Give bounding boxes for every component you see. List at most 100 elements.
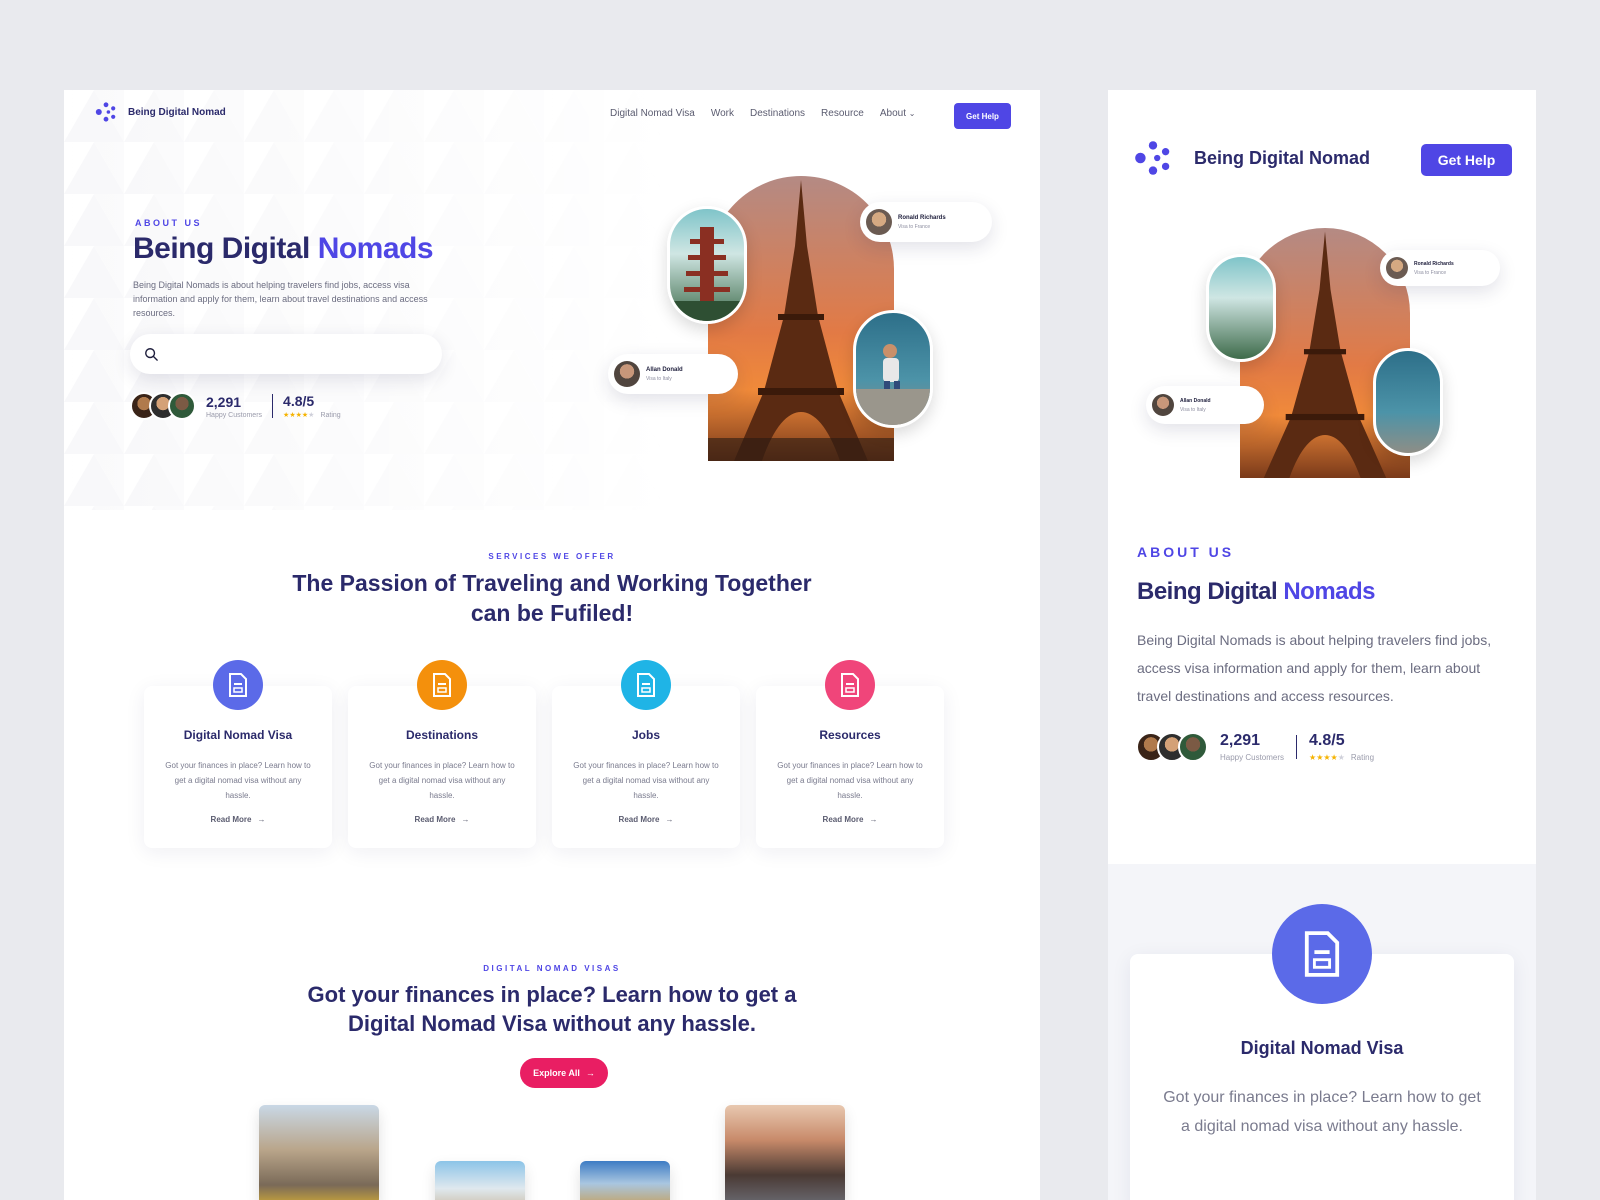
- top-nav: Digital Nomad Visa Work Destinations Res…: [594, 108, 915, 119]
- brand-name: Being Digital Nomad: [128, 106, 226, 118]
- service-card-destinations[interactable]: Destinations Got your finances in place?…: [348, 660, 536, 848]
- customers-stat: 2,291 Happy Customers: [206, 394, 262, 419]
- testimonial-name: Ronald Richards: [1414, 260, 1454, 267]
- document-icon: [621, 660, 671, 710]
- arrow-right-icon: →: [869, 815, 878, 824]
- services-cards: Digital Nomad Visa Got your finances in …: [144, 660, 960, 856]
- read-more-link[interactable]: Read More →: [619, 815, 674, 824]
- avatar: [168, 392, 196, 420]
- destination-photo-paris[interactable]: [435, 1161, 525, 1200]
- customers-label: Happy Customers: [206, 411, 263, 419]
- rating-label: Rating: [1350, 753, 1375, 762]
- testimonial-name: Ronald Richards: [898, 214, 946, 221]
- nav-item-about[interactable]: About ⌄: [880, 108, 916, 119]
- mobile-brand[interactable]: Being Digital Nomad: [1132, 137, 1370, 179]
- hero-title-accent: Nomads: [317, 232, 434, 265]
- explore-all-button[interactable]: Explore All →: [520, 1058, 608, 1088]
- customers-count: 2,291: [1220, 732, 1261, 749]
- avatar: [866, 209, 892, 235]
- read-more-link[interactable]: Read More →: [823, 815, 878, 824]
- document-icon: [825, 660, 875, 710]
- visas-eyebrow: DIGITAL NOMAD VISAS: [483, 964, 621, 973]
- read-more-link[interactable]: Read More →: [211, 815, 266, 824]
- hero-title: Being Digital Nomads: [133, 232, 434, 266]
- hero-eyebrow: ABOUT US: [135, 218, 202, 228]
- visas-title-line1: Got your finances in place? Learn how to…: [307, 982, 797, 1007]
- stat-divider: [272, 394, 274, 418]
- traveler-image: [853, 310, 933, 428]
- mobile-get-help-button[interactable]: Get Help: [1421, 144, 1512, 176]
- document-icon: [213, 660, 263, 710]
- brand[interactable]: Being Digital Nomad: [94, 100, 226, 124]
- service-card-resources[interactable]: Resources Got your finances in place? Le…: [756, 660, 944, 848]
- logo-icon: [1135, 141, 1170, 175]
- visas-title: Got your finances in place? Learn how to…: [64, 980, 1040, 1038]
- mobile-pagoda-image: [1206, 254, 1276, 362]
- mobile-description: Being Digital Nomads is about helping tr…: [1137, 632, 1492, 704]
- pagoda-shape: [670, 227, 744, 321]
- mobile-eyebrow: ABOUT US: [1137, 544, 1235, 560]
- document-icon: [1272, 904, 1372, 1004]
- testimonial-name: Allan Donald: [646, 366, 683, 373]
- destination-photo-porto[interactable]: [259, 1105, 379, 1200]
- services-title-line1: The Passion of Traveling and Working Tog…: [292, 570, 812, 596]
- testimonial-pill-ronald: Ronald Richards Visa to France: [860, 202, 992, 242]
- services-title: The Passion of Traveling and Working Tog…: [64, 568, 1040, 628]
- card-title: Resources: [819, 728, 881, 742]
- nav-item-visa[interactable]: Digital Nomad Visa: [610, 108, 695, 119]
- hero-description: Being Digital Nomads is about helping tr…: [133, 280, 428, 318]
- testimonial-visa: Visa to France: [1414, 269, 1447, 276]
- service-card-visa[interactable]: Digital Nomad Visa Got your finances in …: [144, 660, 332, 848]
- get-help-button[interactable]: Get Help: [954, 103, 1011, 129]
- arrow-right-icon: →: [461, 815, 470, 824]
- avatar: [1152, 394, 1174, 416]
- pagoda-image: [667, 206, 747, 324]
- read-more-label: Read More: [822, 815, 864, 824]
- testimonial-name: Allan Donald: [1180, 397, 1211, 404]
- chevron-down-icon: ⌄: [908, 109, 916, 118]
- card-title: Jobs: [631, 728, 660, 742]
- arrow-right-icon: →: [585, 1068, 595, 1078]
- mobile-card-title: Digital Nomad Visa: [1240, 1038, 1404, 1058]
- arrow-right-icon: →: [665, 815, 674, 824]
- explore-all-label: Explore All: [533, 1068, 580, 1078]
- rating-label: Rating: [320, 411, 341, 419]
- search-input[interactable]: [168, 348, 428, 360]
- mobile-testimonial-allan: Allan Donald Visa to Italy: [1146, 386, 1264, 424]
- logo-icon: [95, 102, 116, 122]
- rating-value: 4.8/5: [283, 393, 315, 409]
- mobile-card-text: Got your finances in place? Learn how to…: [1163, 1089, 1481, 1135]
- nav-item-resource[interactable]: Resource: [821, 108, 864, 119]
- nav-item-destinations[interactable]: Destinations: [750, 108, 805, 119]
- document-icon: [417, 660, 467, 710]
- destination-photo-amsterdam[interactable]: [725, 1105, 845, 1200]
- testimonial-visa: Visa to France: [898, 223, 931, 230]
- mobile-title-main: Being Digital: [1137, 578, 1278, 605]
- mobile-services-section: Digital Nomad Visa Got your finances in …: [1108, 864, 1536, 1200]
- testimonial-visa: Visa to Italy: [646, 375, 672, 382]
- search-icon: [145, 348, 158, 361]
- traveler-shape: [856, 344, 930, 425]
- read-more-label: Read More: [618, 815, 660, 824]
- mobile-title: Being Digital Nomads: [1137, 578, 1376, 606]
- services-title-line2: can be Fufiled!: [470, 600, 634, 626]
- service-card-jobs[interactable]: Jobs Got your finances in place? Learn h…: [552, 660, 740, 848]
- mobile-testimonial-ronald: Ronald Richards Visa to France: [1380, 250, 1500, 286]
- avatar: [614, 361, 640, 387]
- nav-item-work[interactable]: Work: [711, 108, 734, 119]
- read-more-link[interactable]: Read More →: [415, 815, 470, 824]
- rating-stars: ★★★★★: [283, 412, 315, 419]
- rating-value: 4.8/5: [1309, 732, 1345, 749]
- card-text: Got your finances in place? Learn how to…: [777, 761, 923, 800]
- search-bar[interactable]: [130, 334, 442, 374]
- avatar: [1386, 257, 1408, 279]
- customer-avatars: [1136, 732, 1208, 762]
- mobile-stats: 2,291 Happy Customers 4.8/5 ★★★★★ Rating: [1136, 732, 1374, 762]
- avatar: [1178, 732, 1208, 762]
- read-more-label: Read More: [414, 815, 456, 824]
- destination-photo-lisbon[interactable]: [580, 1161, 670, 1200]
- testimonial-visa: Visa to Italy: [1180, 406, 1206, 413]
- card-text: Got your finances in place? Learn how to…: [165, 761, 311, 800]
- hero-stats: 2,291 Happy Customers 4.8/5 ★★★★★ Rating: [130, 392, 341, 420]
- card-title: Destinations: [405, 728, 478, 742]
